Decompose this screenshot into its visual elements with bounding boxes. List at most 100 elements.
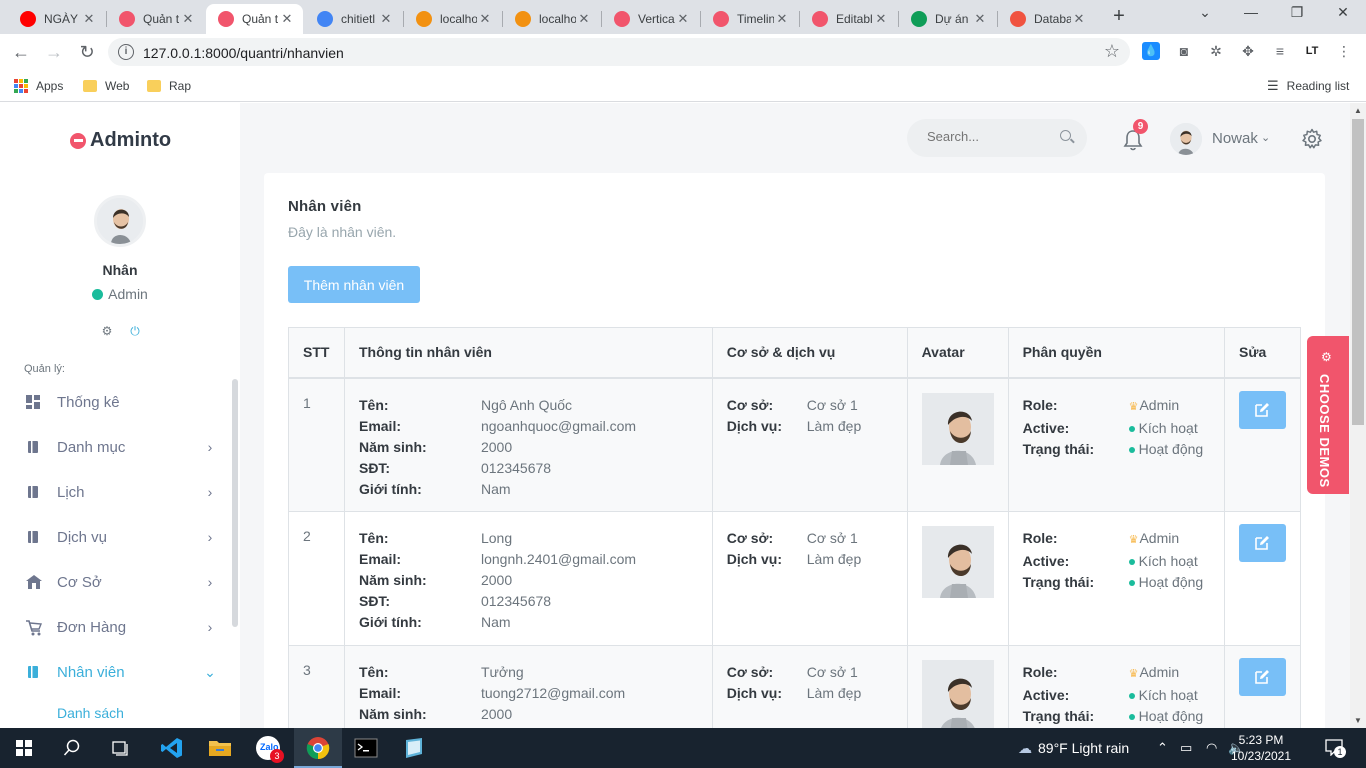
sidebar-scrollbar[interactable] [232,379,238,627]
sidebar-item[interactable]: Danh mục › [0,426,234,468]
battery-icon[interactable]: ▭ [1180,740,1192,756]
column-header[interactable]: Phân quyền [1007,327,1226,379]
sidebar-item[interactable]: Lịch › [0,471,234,513]
vscode-icon[interactable] [148,728,196,768]
close-tab-icon[interactable]: ✕ [81,11,97,27]
submenu-item-danh-sach[interactable]: Danh sách [57,705,124,721]
close-tab-icon[interactable]: ✕ [180,11,196,27]
field-value: Hoạt động [1128,572,1203,593]
column-header[interactable]: Cơ sở & dịch vụ [711,327,908,379]
close-tab-icon[interactable]: ✕ [873,11,889,27]
page-scrollbar[interactable]: ▲ ▼ [1350,103,1366,728]
address-bar[interactable]: i 127.0.0.1:8000/quantri/nhanvien ☆ [108,38,1130,66]
column-header[interactable]: Avatar [906,327,1009,379]
close-tab-icon[interactable]: ✕ [972,11,988,27]
browser-tab[interactable]: Quản t ✕ [206,4,303,34]
minimize-button[interactable]: — [1228,4,1274,26]
edit-button[interactable] [1239,524,1286,562]
zalo-icon[interactable]: Zalo 3 [244,728,292,768]
browser-tab[interactable]: NGÀY ✕ [8,4,105,34]
sidebar-item[interactable]: Dịch vụ › [0,516,234,558]
scrollbar-thumb[interactable] [1352,119,1364,425]
lt-extension-icon[interactable]: LT [1302,41,1322,61]
edit-button[interactable] [1239,658,1286,696]
wifi-icon[interactable]: ◠ [1206,740,1217,756]
column-header[interactable]: Sửa [1224,327,1301,379]
browser-tab[interactable]: Timelin ✕ [701,4,798,34]
reading-list[interactable]: ☰ Reading list [1267,76,1349,96]
terminal-icon[interactable] [342,728,390,768]
close-tab-icon[interactable]: ✕ [675,11,691,27]
field-label: Trạng thái: [1022,574,1095,590]
puzzle-icon[interactable]: ✥ [1238,41,1258,61]
search-input[interactable] [927,129,1047,144]
scroll-up-icon[interactable]: ▲ [1354,106,1362,115]
close-window-button[interactable]: ✕ [1320,4,1366,26]
chevron-down-icon[interactable]: ⌄ [1261,131,1270,144]
url-text[interactable]: 127.0.0.1:8000/quantri/nhanvien [143,45,344,61]
browser-tab[interactable]: localho ✕ [404,4,501,34]
choose-demos-tab[interactable]: ⚙ CHOOSE DEMOS [1307,336,1349,494]
browser-tab[interactable]: chitietl ✕ [305,4,402,34]
settings-gear-icon[interactable] [1300,127,1324,151]
back-icon[interactable]: ← [10,41,32,63]
extension-drop-icon[interactable]: 💧 [1142,42,1160,60]
new-tab-button[interactable]: + [1108,6,1130,28]
browser-tab[interactable]: Editabl ✕ [800,4,897,34]
close-tab-icon[interactable]: ✕ [1071,11,1087,27]
camera-icon[interactable]: ◙ [1174,41,1194,61]
media-icon[interactable]: ≡ [1270,41,1290,61]
sidebar-item[interactable]: Thống kê [0,381,234,423]
user-name[interactable]: Nowak [1212,130,1258,147]
chrome-icon[interactable] [294,728,342,768]
add-employee-button[interactable]: Thêm nhân viên [288,266,420,303]
extension-gear-icon[interactable]: ✲ [1206,41,1226,61]
bookmark-star-icon[interactable]: ☆ [1104,41,1120,62]
maximize-button[interactable]: ❐ [1274,4,1320,26]
column-header[interactable]: Thông tin nhân viên [343,327,713,379]
employee-avatar[interactable] [921,392,994,465]
browser-tab[interactable]: localho ✕ [503,4,600,34]
employee-avatar[interactable] [921,526,994,598]
bookmark-rap[interactable]: Rap [147,76,191,96]
column-header[interactable]: STT [288,327,345,379]
app-icon[interactable] [390,728,438,768]
bookmark-apps[interactable]: Apps [14,76,63,96]
sidebar-item[interactable]: Đơn Hàng › [0,606,234,648]
browser-tab[interactable]: Quản t ✕ [107,4,204,34]
sidebar-item[interactable]: Cơ Sở › [0,561,234,603]
close-tab-icon[interactable]: ✕ [576,11,592,27]
windows-start-icon[interactable] [0,728,48,768]
notification-center-icon[interactable]: 1 [1325,738,1346,758]
search-icon[interactable] [48,728,96,768]
settings-gear-icon[interactable]: ⚙ [100,324,114,339]
close-tab-icon[interactable]: ✕ [477,11,493,27]
power-icon[interactable]: ⏻ [128,324,142,339]
weather[interactable]: ☁ 89°F Light rain [1018,740,1129,757]
file-explorer-icon[interactable] [196,728,244,768]
bookmark-web[interactable]: Web [83,76,129,96]
close-tab-icon[interactable]: ✕ [378,11,394,27]
profile-name[interactable]: Nhân [0,262,240,278]
scroll-down-icon[interactable]: ▼ [1354,716,1362,725]
tab-search-icon[interactable]: ⌄ [1182,4,1228,26]
browser-tab[interactable]: Dự án ✕ [899,4,996,34]
forward-icon[interactable]: → [43,41,65,63]
reload-icon[interactable]: ↻ [76,41,98,63]
employee-avatar[interactable] [921,660,994,728]
user-avatar[interactable] [1170,123,1202,155]
site-info-icon[interactable]: i [118,44,134,60]
edit-button[interactable] [1239,390,1286,429]
close-tab-icon[interactable]: ✕ [279,11,295,27]
close-tab-icon[interactable]: ✕ [774,11,790,27]
profile-avatar[interactable] [94,195,146,247]
kebab-menu-icon[interactable]: ⋮ [1334,41,1354,61]
clock[interactable]: 5:23 PM 10/23/2021 [1226,732,1296,764]
sidebar-item[interactable]: Nhân viên ⌄ [0,651,234,693]
browser-tab[interactable]: Databa ✕ [998,4,1095,34]
chevron-up-icon[interactable]: ⌃ [1157,740,1168,756]
app-logo[interactable]: Adminto [70,129,171,152]
search-icon[interactable] [1060,130,1071,141]
browser-tab[interactable]: Vertica ✕ [602,4,699,34]
task-view-icon[interactable] [96,728,144,768]
